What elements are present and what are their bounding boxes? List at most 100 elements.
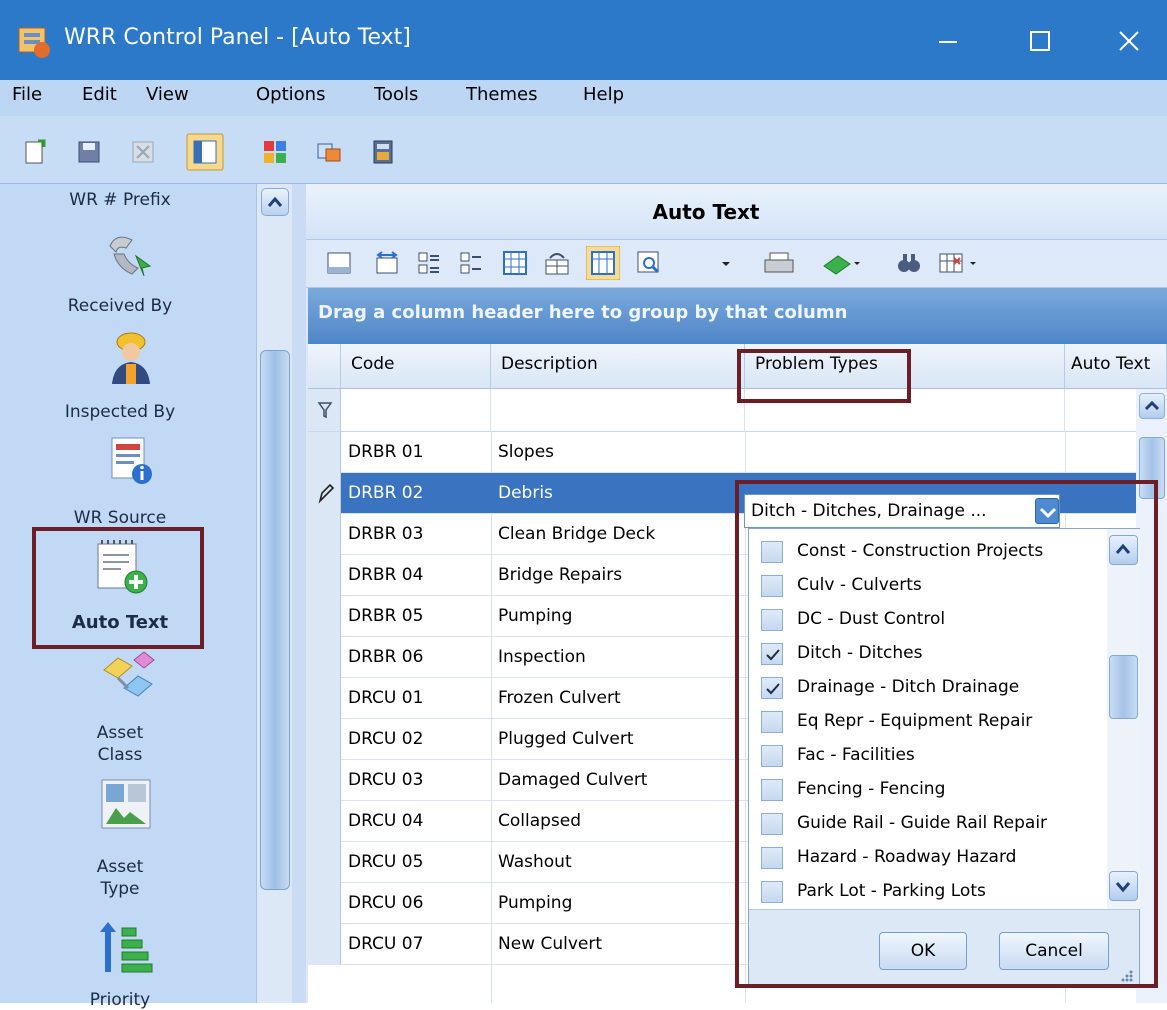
table-row[interactable]: DRBR 01 Slopes [308,432,1136,473]
row-indicator[interactable] [308,760,341,801]
nav-label-priority[interactable]: Priority [5,990,235,1010]
panel-title: Auto Text [652,200,760,224]
dropdown-arrow-icon[interactable] [718,250,734,276]
save-icon[interactable] [76,139,102,165]
row-indicator[interactable] [308,514,341,555]
cell-code: DRBR 02 [348,483,424,503]
new-icon[interactable] [22,139,48,165]
scroll-thumb[interactable] [260,350,290,890]
menu-edit[interactable]: Edit [82,84,117,105]
title-bar: WRR Control Panel - [Auto Text] [0,0,1167,80]
shapes-icon[interactable] [100,648,160,706]
highlight-box-dropdown [735,480,1158,988]
column-header-code[interactable]: Code [341,344,491,389]
scroll-up-button[interactable] [1139,393,1165,419]
menu-view[interactable]: View [146,84,189,105]
worker-icon[interactable] [106,328,156,384]
group-by-area[interactable]: Drag a column header here to group by th… [308,288,1167,344]
chevron-up-icon [1144,400,1160,411]
row-indicator[interactable] [308,432,341,473]
group-by-hint: Drag a column header here to group by th… [318,302,848,323]
maximize-icon [1030,31,1050,51]
grid-toolbar [306,240,1167,288]
filter-cell-code[interactable] [341,389,491,432]
cell-code: DRBR 04 [348,565,424,585]
cell-description: Bridge Repairs [498,565,623,585]
maximize-button[interactable] [1017,18,1063,64]
column-header-auto-text[interactable]: Auto Text [1065,344,1167,389]
cell-code: DRCU 02 [348,729,424,749]
priority-icon[interactable] [98,918,154,978]
row-indicator[interactable] [308,637,341,678]
nav-label-wr-prefix[interactable]: WR # Prefix [5,190,235,210]
asset-type-icon[interactable] [100,778,152,830]
close-icon [1119,31,1139,51]
collapse-all-icon[interactable] [458,250,484,276]
nav-label-inspected-by[interactable]: Inspected By [5,402,235,422]
chevron-up-icon [267,196,283,207]
find-icon[interactable] [896,250,922,276]
menu-file[interactable]: File [12,84,42,105]
filter-row-icon[interactable] [586,246,620,280]
filter-cell-auto-text[interactable] [1065,389,1136,432]
nav-label-asset-type[interactable]: Asset Type [5,856,235,900]
minimize-button[interactable] [925,18,971,64]
navigation-scrollbar[interactable] [256,184,292,1003]
menu-bar: File Edit View Options Tools Themes Help [0,80,1167,116]
row-indicator[interactable] [308,596,341,637]
row-indicator[interactable] [308,678,341,719]
menu-tools[interactable]: Tools [374,84,418,105]
filter-row-indicator [308,389,341,432]
column-chooser-icon[interactable] [938,250,980,276]
row-indicator[interactable] [308,473,341,514]
close-button[interactable] [1106,18,1152,64]
cell-description: Slopes [498,442,555,462]
cell-code: DRBR 05 [348,606,424,626]
column-header-description[interactable]: Description [491,344,745,389]
menu-options[interactable]: Options [256,84,325,105]
cell-description: New Culvert [498,934,603,954]
row-indicator[interactable] [308,924,341,965]
cell-description: Debris [498,483,553,503]
navigation-pane-icon[interactable] [186,133,224,171]
menu-themes[interactable]: Themes [466,84,537,105]
export-icon[interactable] [820,250,862,276]
expand-all-icon[interactable] [416,250,442,276]
nav-label-wr-source[interactable]: WR Source [5,508,235,528]
menu-help[interactable]: Help [583,84,624,105]
preview-icon[interactable] [636,250,662,276]
cell-description: Inspection [498,647,586,667]
phone-icon[interactable] [100,226,160,284]
main-toolbar [0,116,1167,184]
cell-code: DRBR 03 [348,524,424,544]
row-indicator[interactable] [308,842,341,883]
panel-header: Auto Text [306,184,1167,240]
cell-description: Collapsed [498,811,582,831]
best-fit-icon[interactable] [374,250,400,276]
row-indicator[interactable] [308,719,341,760]
row-indicator-header [308,344,341,389]
print-icon[interactable] [762,250,796,276]
row-indicator[interactable] [308,555,341,596]
scroll-up-button[interactable] [261,188,289,216]
nav-label-asset-class[interactable]: Asset Class [5,722,235,766]
calculator-icon[interactable] [370,139,396,165]
group-box-icon[interactable] [544,250,570,276]
pencil-icon [318,483,335,504]
filter-cell-description[interactable] [491,389,745,432]
windows-icon[interactable] [316,139,342,165]
app-icon [18,27,50,58]
grid-lines-icon[interactable] [502,250,528,276]
pane-splitter[interactable] [292,184,306,1003]
cell-description: Frozen Culvert [498,688,621,708]
cell-description: Damaged Culvert [498,770,648,790]
nav-label-received-by[interactable]: Received By [5,296,235,316]
document-info-icon[interactable] [110,436,154,486]
colors-icon[interactable] [262,139,288,165]
minimize-icon [939,41,957,43]
row-indicator[interactable] [308,801,341,842]
row-indicator[interactable] [308,883,341,924]
cell-code: DRCU 03 [348,770,424,790]
delete-icon[interactable] [130,139,156,165]
footer-icon[interactable] [326,250,352,276]
